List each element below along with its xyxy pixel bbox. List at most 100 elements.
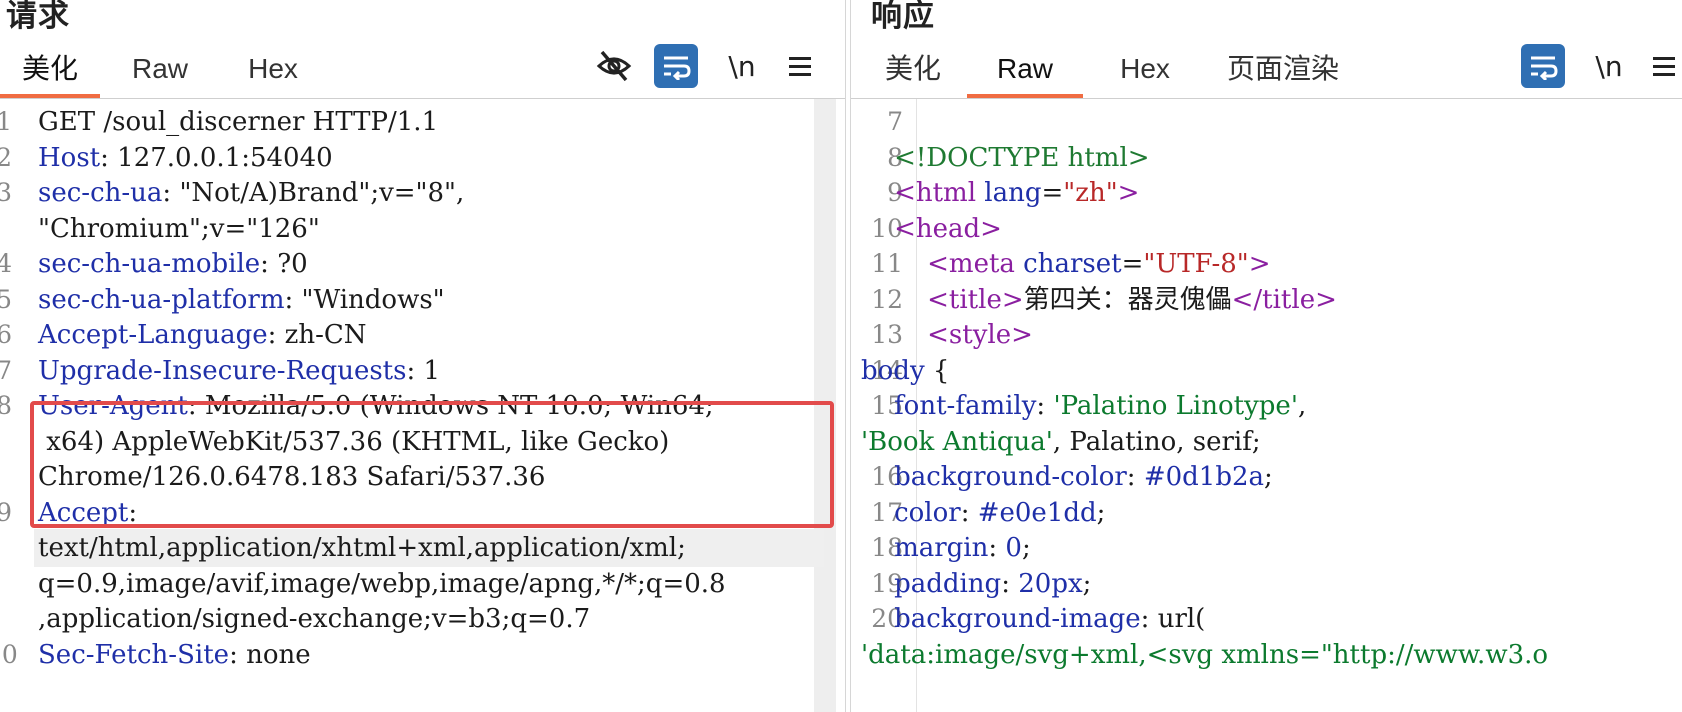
code-token: >: [1117, 178, 1140, 208]
code-token: "Chromium";v="126": [38, 213, 320, 244]
line-number: 6: [0, 320, 12, 349]
code-line: 'Book Antiqua', Palatino, serif;: [851, 423, 1682, 461]
code-text: sec-ch-ua: "Not/A)Brand";v="8",: [38, 174, 464, 212]
code-text: <meta charset="UTF-8">: [861, 245, 1271, 283]
code-token: 20px: [1018, 568, 1083, 599]
code-token: #e0e1dd: [977, 497, 1097, 528]
line-number: [0, 529, 12, 567]
code-line: 20 background-image: url(: [851, 600, 1682, 638]
eye-slash-icon[interactable]: [594, 44, 634, 88]
tab-render[interactable]: 页面渲染: [1223, 50, 1343, 98]
code-token: 'Book Antiqua': [861, 426, 1053, 457]
newline-toggle[interactable]: \n: [1589, 44, 1629, 88]
code-token: : zh-CN: [267, 320, 367, 350]
code-token: : none: [229, 639, 311, 670]
code-token: : 127.0.0.1:54040: [100, 142, 333, 173]
line-number: 8: [0, 391, 12, 420]
tab-raw[interactable]: Raw: [967, 50, 1083, 98]
code-token: :: [988, 533, 1006, 563]
code-token: >: [1248, 249, 1271, 279]
code-text: "Chromium";v="126": [38, 210, 320, 248]
tab-hex[interactable]: Hex: [1105, 50, 1185, 98]
line-number: 10: [0, 639, 18, 669]
code-line: 5 sec-ch-ua-platform: "Windows": [0, 281, 845, 319]
code-token: ;: [1096, 497, 1106, 528]
tab-raw[interactable]: Raw: [110, 50, 210, 98]
code-token: <head>: [894, 213, 1002, 244]
code-token: 第四关：器灵傀儡: [1023, 284, 1232, 315]
response-panel: 响应 美化 Raw Hex 页面渲染 \n 7 8 <!DOCTYPE html>…: [851, 0, 1682, 712]
code-line: 15 font-family: 'Palatino Linotype',: [851, 387, 1682, 425]
code-token: :: [960, 497, 978, 528]
code-token: #0d1b2a: [1143, 462, 1265, 492]
code-text: <head>: [861, 210, 1002, 248]
code-text: font-family: 'Palatino Linotype',: [861, 387, 1306, 425]
wrap-icon[interactable]: [1521, 44, 1565, 88]
code-token: : url(: [1140, 604, 1206, 634]
code-token: background-color: [894, 462, 1127, 492]
code-token: : ?0: [260, 249, 308, 279]
code-text: Sec-Fetch-Site: none: [38, 636, 311, 674]
hamburger-icon[interactable]: [782, 44, 818, 88]
code-text: sec-ch-ua-platform: "Windows": [38, 281, 445, 319]
response-editor[interactable]: 7 8 <!DOCTYPE html> 9 <html lang="zh"> 10 <…: [851, 99, 1682, 712]
line-number: [0, 210, 12, 248]
code-token: :: [1036, 391, 1054, 421]
code-text: background-image: url(: [861, 600, 1205, 638]
newline-toggle[interactable]: \n: [722, 44, 762, 88]
code-token: ,: [1297, 391, 1307, 421]
user-agent-highlight-box: [30, 401, 834, 528]
code-text: color: #e0e1dd;: [861, 494, 1105, 532]
code-line: 8 <!DOCTYPE html>: [851, 139, 1682, 177]
line-number: [0, 458, 12, 496]
code-line: "Chromium";v="126": [0, 210, 845, 248]
code-text: margin: 0;: [861, 529, 1031, 567]
code-text: <html lang="zh">: [861, 174, 1139, 212]
code-token: <html: [894, 178, 977, 208]
code-token: =: [1121, 249, 1144, 279]
line-number: 2: [0, 142, 12, 172]
code-line: 13 <style>: [851, 316, 1682, 354]
code-token: :: [1001, 568, 1019, 599]
code-token: =: [1041, 178, 1064, 208]
code-line: 9 <html lang="zh">: [851, 174, 1682, 212]
code-text: text/html,application/xhtml+xml,applicat…: [38, 529, 686, 567]
code-text: <style>: [861, 316, 1033, 354]
hamburger-icon[interactable]: [1647, 44, 1681, 88]
code-token: charset: [1023, 249, 1122, 279]
code-token: sec-ch-ua-platform: [38, 284, 285, 315]
code-token: Host: [38, 142, 101, 173]
tab-hex[interactable]: Hex: [228, 50, 318, 98]
line-number: [0, 600, 12, 638]
request-tab-bar: 美化 Raw Hex \n: [0, 40, 845, 99]
code-token: padding: [894, 568, 1002, 599]
code-token: Upgrade-Insecure-Requests: [38, 355, 407, 386]
line-number: [0, 565, 12, 603]
code-token: <style>: [927, 320, 1033, 350]
code-token: margin: [894, 533, 989, 563]
code-text: 'data:image/svg+xml,<svg xmlns="http://w…: [861, 636, 1548, 674]
code-token: Accept-Language: [38, 320, 268, 350]
tab-pretty[interactable]: 美化: [871, 50, 955, 98]
code-token: 0: [1005, 533, 1022, 563]
code-token: : "Not/A)Brand";v="8",: [162, 178, 465, 208]
code-line: 2 Host: 127.0.0.1:54040: [0, 139, 845, 177]
code-token: 'data:image/svg+xml,<svg xmlns="http://w…: [861, 639, 1549, 670]
wrap-icon[interactable]: [654, 44, 698, 88]
code-token: GET /soul_discerner HTTP/1.1: [38, 107, 439, 137]
code-line: 3 sec-ch-ua: "Not/A)Brand";v="8",: [0, 174, 845, 212]
code-line: 4 sec-ch-ua-mobile: ?0: [0, 245, 845, 283]
code-line: 7 Upgrade-Insecure-Requests: 1: [0, 352, 845, 390]
request-panel: 请求 美化 Raw Hex \n 1 GET /soul_discerner H…: [0, 0, 845, 712]
code-text: GET /soul_discerner HTTP/1.1: [38, 103, 438, 141]
tab-pretty[interactable]: 美化: [0, 50, 100, 98]
code-token: lang: [984, 178, 1042, 208]
